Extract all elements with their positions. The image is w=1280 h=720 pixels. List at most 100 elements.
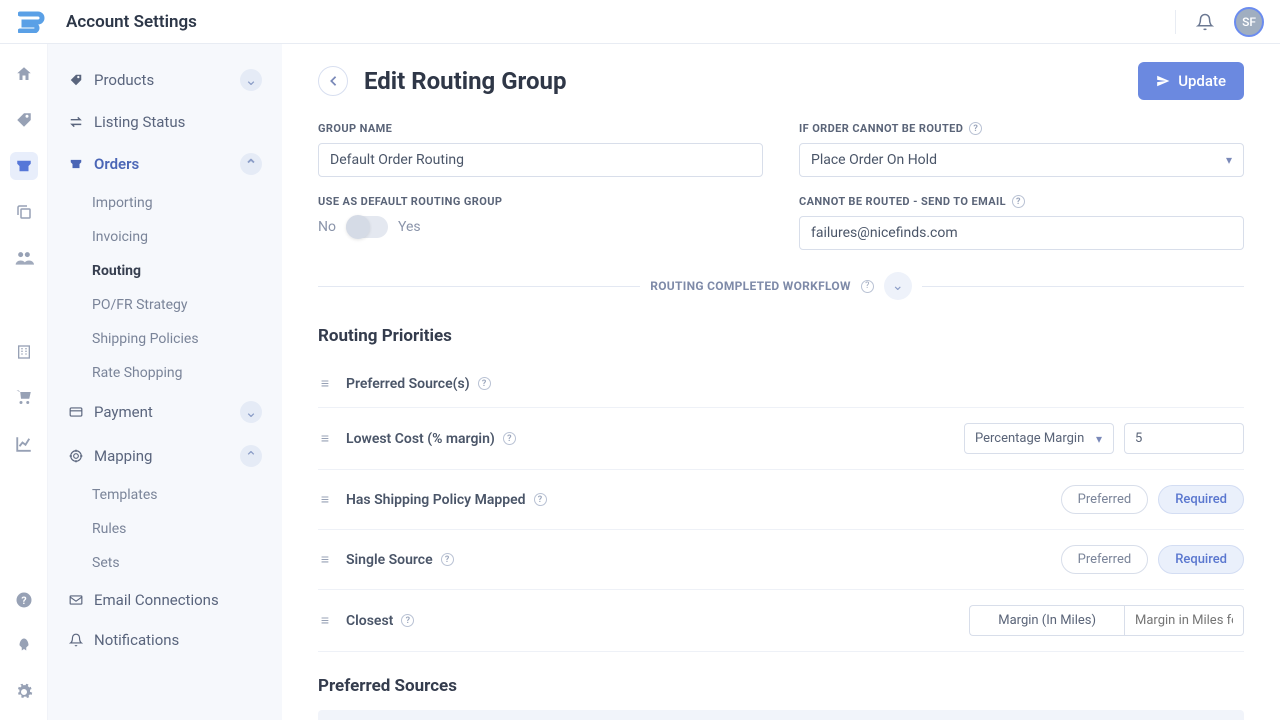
sidebar-sub-pofr[interactable]: PO/FR Strategy <box>84 288 268 322</box>
toggle-yes-label: Yes <box>398 219 421 235</box>
email-input[interactable] <box>799 216 1244 250</box>
rail-building-icon[interactable] <box>10 338 38 366</box>
priority-row-shipping-policy: ≡ Has Shipping Policy Mapped ? Preferred… <box>318 470 1244 530</box>
rail-users-icon[interactable] <box>10 244 38 272</box>
sidebar-item-products[interactable]: Products ⌄ <box>62 58 268 102</box>
help-icon[interactable]: ? <box>401 614 414 627</box>
margin-miles-input[interactable] <box>1124 605 1244 636</box>
page-title: Edit Routing Group <box>364 67 566 95</box>
rail-chart-icon[interactable] <box>10 430 38 458</box>
sidebar-sub-invoicing[interactable]: Invoicing <box>84 220 268 254</box>
preferred-button[interactable]: Preferred <box>1061 545 1149 574</box>
workflow-label: ROUTING COMPLETED WORKFLOW <box>650 279 851 293</box>
sidebar-item-mapping[interactable]: Mapping ⌄ <box>62 434 268 478</box>
preferred-sources-title: Preferred Sources <box>318 676 1244 696</box>
drag-handle-icon[interactable]: ≡ <box>318 430 332 447</box>
update-label: Update <box>1178 72 1226 90</box>
svg-text:?: ? <box>21 594 26 607</box>
chevron-down-icon: ⌄ <box>240 69 262 91</box>
sidebar-sub-shipping[interactable]: Shipping Policies <box>84 322 268 356</box>
use-default-label: USE AS DEFAULT ROUTING GROUP <box>318 195 763 208</box>
help-icon[interactable]: ? <box>534 493 547 506</box>
default-group-toggle[interactable] <box>346 216 388 238</box>
sidebar-sub-importing[interactable]: Importing <box>84 186 268 220</box>
help-icon[interactable]: ? <box>969 122 982 135</box>
rail-home-icon[interactable] <box>10 60 38 88</box>
toggle-no-label: No <box>318 219 336 235</box>
sidebar[interactable]: Products ⌄ Listing Status Orders ⌄ Impor… <box>48 44 282 720</box>
help-icon[interactable]: ? <box>1012 195 1025 208</box>
update-button[interactable]: Update <box>1138 62 1244 100</box>
icon-rail: ? <box>0 44 48 720</box>
card-icon <box>68 406 84 418</box>
main-content: Edit Routing Group Update GROUP NAME IF … <box>282 44 1280 720</box>
priority-label: Has Shipping Policy Mapped <box>346 492 526 508</box>
sidebar-label: Payment <box>94 403 153 421</box>
rail-rocket-icon[interactable] <box>10 632 38 660</box>
tag-icon <box>68 73 84 87</box>
help-icon[interactable]: ? <box>861 280 874 293</box>
sidebar-sub-sets[interactable]: Sets <box>84 546 268 580</box>
sidebar-item-email[interactable]: Email Connections <box>62 580 268 620</box>
group-name-input[interactable] <box>318 143 763 177</box>
rail-cart-icon[interactable] <box>10 384 38 412</box>
priority-label: Preferred Source(s) <box>346 376 470 392</box>
help-icon[interactable]: ? <box>478 377 491 390</box>
rail-help-icon[interactable]: ? <box>10 586 38 614</box>
chevron-down-icon: ⌄ <box>240 401 262 423</box>
rail-copy-icon[interactable] <box>10 198 38 226</box>
inbox-icon <box>68 157 84 171</box>
workflow-expand-button[interactable]: ⌄ <box>884 272 912 300</box>
sidebar-label: Email Connections <box>94 591 219 609</box>
drag-handle-icon[interactable]: ≡ <box>318 551 332 568</box>
rail-inbox-icon[interactable] <box>10 152 38 180</box>
sidebar-sub-routing[interactable]: Routing <box>84 254 268 288</box>
priority-label: Closest <box>346 613 393 629</box>
priority-row-preferred-sources: ≡ Preferred Source(s) ? <box>318 360 1244 408</box>
topbar: Account Settings SF <box>0 0 1280 44</box>
priority-row-single-source: ≡ Single Source ? Preferred Required <box>318 530 1244 590</box>
sidebar-item-listing-status[interactable]: Listing Status <box>62 102 268 142</box>
required-button[interactable]: Required <box>1158 485 1244 514</box>
sidebar-label: Mapping <box>94 447 152 465</box>
required-button[interactable]: Required <box>1158 545 1244 574</box>
priorities-title: Routing Priorities <box>318 326 1244 346</box>
rail-gear-icon[interactable] <box>10 678 38 706</box>
cannot-route-select[interactable] <box>799 143 1244 177</box>
logo[interactable] <box>16 6 48 38</box>
sidebar-sub-rules[interactable]: Rules <box>84 512 268 546</box>
swap-icon <box>68 116 84 128</box>
sidebar-label: Listing Status <box>94 113 185 131</box>
sidebar-sub-rate[interactable]: Rate Shopping <box>84 356 268 390</box>
sidebar-label: Orders <box>94 155 139 173</box>
priority-label: Lowest Cost (% margin) <box>346 431 495 447</box>
mail-icon <box>68 594 84 606</box>
back-button[interactable] <box>318 66 348 96</box>
sidebar-item-orders[interactable]: Orders ⌄ <box>62 142 268 186</box>
sidebar-item-notifications[interactable]: Notifications <box>62 620 268 660</box>
email-label: CANNOT BE ROUTED - SEND TO EMAIL ? <box>799 195 1244 208</box>
cannot-route-label: IF ORDER CANNOT BE ROUTED ? <box>799 122 1244 135</box>
chevron-up-icon: ⌄ <box>240 153 262 175</box>
preferred-button[interactable]: Preferred <box>1061 485 1149 514</box>
priority-row-closest: ≡ Closest ? Margin (In Miles) <box>318 590 1244 652</box>
help-icon[interactable]: ? <box>503 432 516 445</box>
sidebar-label: Notifications <box>94 631 179 649</box>
margin-value-input[interactable] <box>1124 423 1244 454</box>
sources-table-header: SOURCE NAME SHIPPING ADDRESS OVERRIDE SU… <box>318 710 1244 720</box>
drag-handle-icon[interactable]: ≡ <box>318 491 332 508</box>
help-icon[interactable]: ? <box>441 553 454 566</box>
target-icon <box>68 449 84 463</box>
margin-miles-label: Margin (In Miles) <box>969 605 1124 636</box>
drag-handle-icon[interactable]: ≡ <box>318 612 332 629</box>
page-header-title: Account Settings <box>66 12 197 32</box>
margin-type-select[interactable]: Percentage Margin <box>964 423 1114 454</box>
drag-handle-icon[interactable]: ≡ <box>318 375 332 392</box>
chevron-left-icon <box>328 75 338 87</box>
bell-icon[interactable] <box>1194 11 1216 33</box>
sidebar-item-payment[interactable]: Payment ⌄ <box>62 390 268 434</box>
chevron-up-icon: ⌄ <box>240 445 262 467</box>
avatar[interactable]: SF <box>1234 7 1264 37</box>
rail-tag-icon[interactable] <box>10 106 38 134</box>
sidebar-sub-templates[interactable]: Templates <box>84 478 268 512</box>
